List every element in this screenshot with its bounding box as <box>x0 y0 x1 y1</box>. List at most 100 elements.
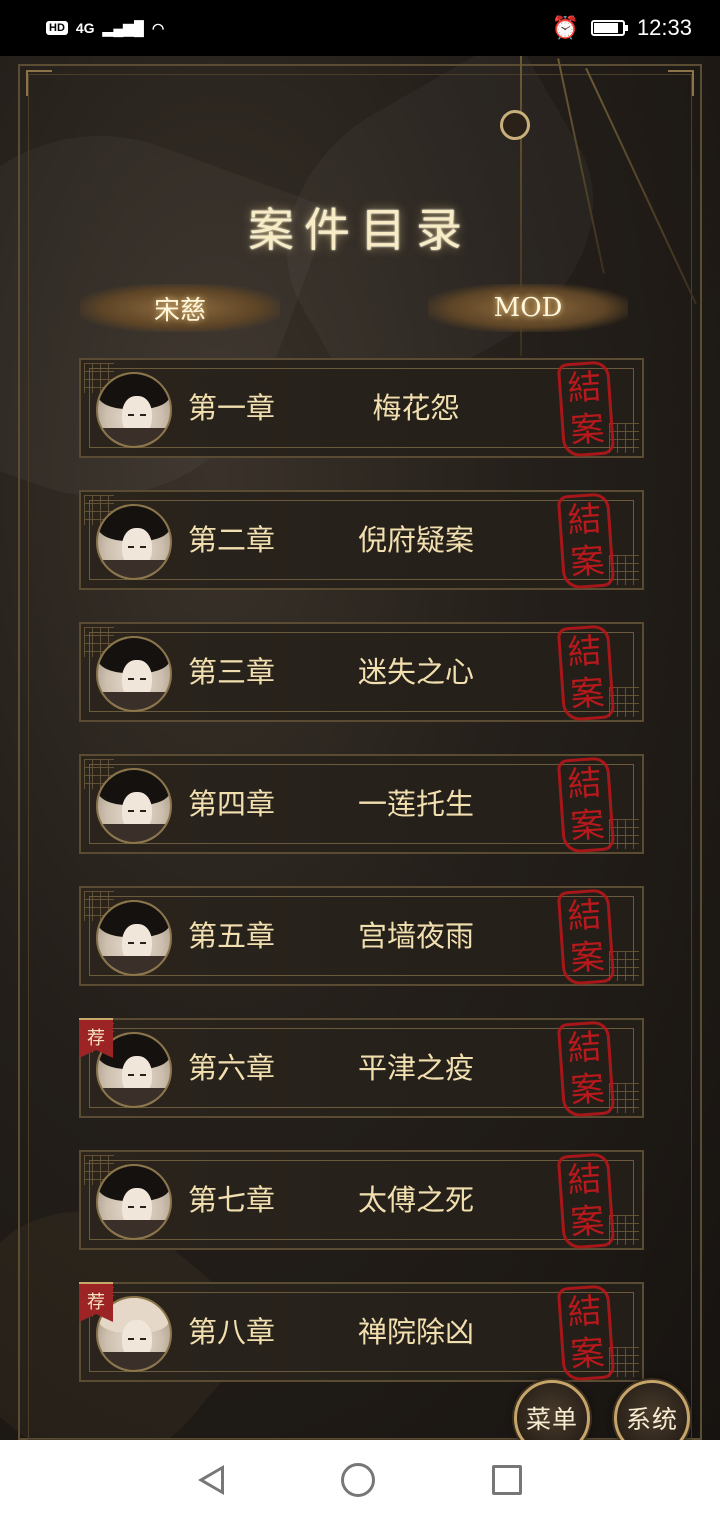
case-closed-seal: 結 案 <box>556 360 616 458</box>
status-right: ⏰ 12:33 <box>552 15 692 41</box>
chapter-row[interactable]: 第五章 宫墙夜雨 結 案 <box>79 886 644 986</box>
seal-char: 結 <box>566 498 603 542</box>
character-avatar <box>96 504 172 580</box>
seal-char: 結 <box>566 1290 603 1334</box>
case-closed-seal: 結 案 <box>556 1020 616 1118</box>
seal-char: 案 <box>569 1068 606 1112</box>
case-closed-seal: 結 案 <box>556 756 616 854</box>
avatar-robe <box>98 560 170 578</box>
chapter-row[interactable]: 第六章 平津之疫 結 案 荐 <box>79 1018 644 1118</box>
chapter-title: 禅院除凶 <box>357 1315 474 1349</box>
avatar-eye <box>128 810 134 812</box>
chapter-number: 第五章 <box>188 919 276 953</box>
avatar-robe <box>98 824 170 842</box>
battery-icon <box>590 20 628 36</box>
seal-char: 結 <box>566 894 603 938</box>
chapter-number: 第七章 <box>188 1183 276 1217</box>
game-screen: 案件目录 宋慈 MOD 第一章 梅花怨 結 案 第二章 倪府疑案 結 案 第三章… <box>0 56 720 1440</box>
page-title: 案件目录 <box>248 203 472 257</box>
avatar-eye <box>128 546 134 548</box>
seal-char: 案 <box>569 540 606 584</box>
chapter-title: 迷失之心 <box>357 655 474 689</box>
chapter-row[interactable]: 第二章 倪府疑案 結 案 <box>79 490 644 590</box>
character-avatar <box>96 372 172 448</box>
avatar-eye <box>140 1074 146 1076</box>
chapter-row[interactable]: 第三章 迷失之心 結 案 <box>79 622 644 722</box>
character-avatar <box>96 1164 172 1240</box>
avatar-eye <box>140 678 146 680</box>
chapter-number: 第六章 <box>188 1051 276 1085</box>
seal-char: 案 <box>569 672 606 716</box>
signal-icon: ▂▄▆█ <box>102 19 144 36</box>
seal-char: 案 <box>569 1332 606 1376</box>
seal-char: 結 <box>566 1158 603 1202</box>
back-icon[interactable] <box>198 1465 225 1495</box>
chapter-number: 第一章 <box>188 391 276 425</box>
navigation-bar <box>0 1440 720 1520</box>
chapter-row[interactable]: 第七章 太傅之死 結 案 <box>79 1150 644 1250</box>
battery-fill <box>593 23 618 33</box>
avatar-eye <box>140 546 146 548</box>
seal-char: 案 <box>569 1200 606 1244</box>
hd-badge: HD <box>46 21 68 35</box>
chapter-row[interactable]: 第八章 禅院除凶 結 案 荐 <box>79 1282 644 1382</box>
chapter-title: 平津之疫 <box>357 1051 474 1085</box>
chapter-number: 第二章 <box>188 523 276 557</box>
recent-apps-icon[interactable] <box>491 1465 522 1495</box>
hanging-ornament <box>500 110 530 140</box>
status-left: HD 4G ▂▄▆█ ◠ <box>46 20 164 37</box>
tab-mod[interactable]: MOD <box>428 284 628 332</box>
frame-corner <box>668 70 694 96</box>
avatar-robe <box>98 956 170 974</box>
avatar-eye <box>128 678 134 680</box>
chapter-title: 宫墙夜雨 <box>357 919 474 953</box>
seal-char: 案 <box>569 408 606 452</box>
case-closed-seal: 結 案 <box>556 1284 616 1382</box>
alarm-icon: ⏰ <box>551 15 579 40</box>
character-avatar <box>96 768 172 844</box>
chapter-number: 第四章 <box>188 787 276 821</box>
avatar-robe <box>98 428 170 446</box>
seal-char: 結 <box>566 366 603 410</box>
seal-char: 結 <box>566 630 603 674</box>
case-closed-seal: 結 案 <box>556 492 616 590</box>
case-closed-seal: 結 案 <box>556 1152 616 1250</box>
avatar-robe <box>98 1088 170 1106</box>
chapter-number: 第三章 <box>188 655 276 689</box>
avatar-eye <box>128 942 134 944</box>
chapter-row[interactable]: 第一章 梅花怨 結 案 <box>79 358 644 458</box>
tab-song-ci[interactable]: 宋慈 <box>80 284 280 332</box>
chapter-row[interactable]: 第四章 一莲托生 結 案 <box>79 754 644 854</box>
clock: 12:33 <box>636 15 692 40</box>
chapter-title: 梅花怨 <box>372 391 460 425</box>
avatar-eye <box>140 414 146 416</box>
avatar-eye <box>140 1206 146 1208</box>
home-icon[interactable] <box>340 1463 375 1497</box>
network-label: 4G <box>75 20 95 36</box>
chapter-title: 太傅之死 <box>357 1183 474 1217</box>
case-closed-seal: 結 案 <box>556 888 616 986</box>
avatar-eye <box>128 1338 134 1340</box>
seal-char: 結 <box>566 1026 603 1070</box>
avatar-robe <box>98 692 170 710</box>
character-avatar <box>96 636 172 712</box>
chapter-number: 第八章 <box>188 1315 276 1349</box>
chapter-title: 倪府疑案 <box>357 523 474 557</box>
avatar-eye <box>128 1206 134 1208</box>
avatar-eye <box>128 414 134 416</box>
seal-char: 結 <box>566 762 603 806</box>
seal-char: 案 <box>569 936 606 980</box>
case-closed-seal: 結 案 <box>556 624 616 722</box>
avatar-robe <box>98 1352 170 1370</box>
avatar-robe <box>98 1220 170 1238</box>
status-bar: HD 4G ▂▄▆█ ◠ ⏰ 12:33 <box>0 0 720 56</box>
avatar-eye <box>140 942 146 944</box>
avatar-eye <box>140 1338 146 1340</box>
character-avatar <box>96 900 172 976</box>
seal-char: 案 <box>569 804 606 848</box>
chapter-title: 一莲托生 <box>357 787 474 821</box>
avatar-eye <box>140 810 146 812</box>
avatar-eye <box>128 1074 134 1076</box>
frame-corner <box>26 70 52 96</box>
wifi-icon: ◠ <box>151 19 165 36</box>
